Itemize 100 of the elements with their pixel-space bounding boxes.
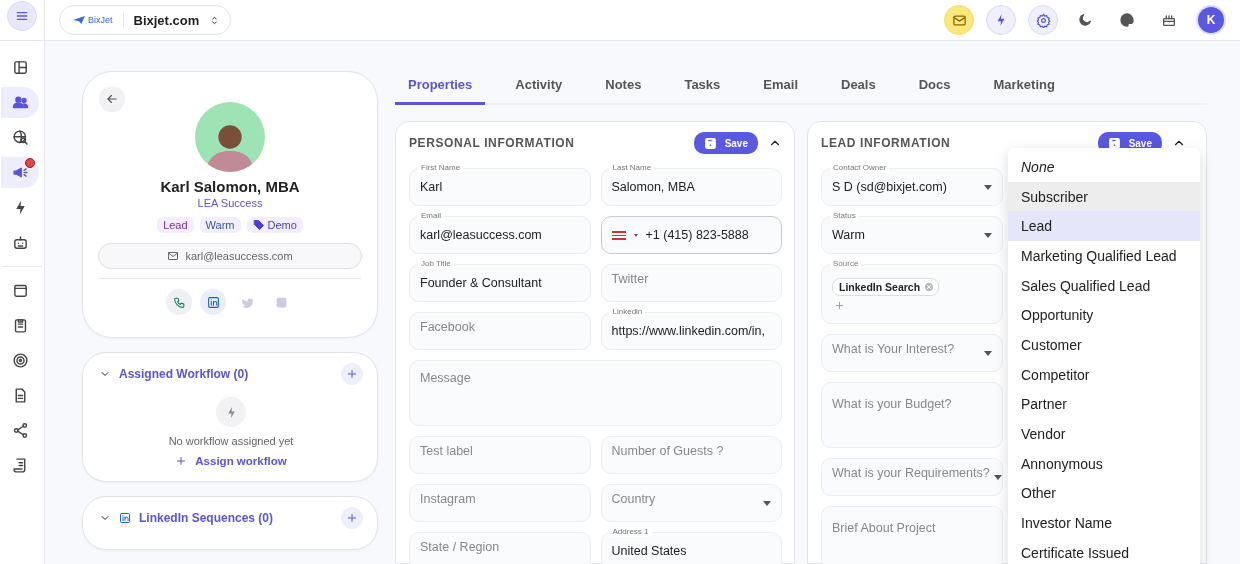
- palette-icon: [1119, 12, 1135, 28]
- dropdown-option[interactable]: Certificate Issued: [1008, 537, 1200, 564]
- caret-icon: [763, 500, 771, 506]
- field-label: Address 1: [609, 527, 652, 537]
- caret-icon[interactable]: [633, 233, 638, 237]
- select-field[interactable]: Country: [600, 484, 782, 522]
- phone-button[interactable]: [166, 289, 192, 315]
- panel-title: PERSONAL INFORMATION: [409, 136, 576, 150]
- workspace-logo: BixJet: [72, 13, 124, 27]
- tab[interactable]: Docs: [905, 71, 964, 105]
- select-field[interactable]: What is your Requirements?: [821, 458, 1003, 496]
- dropdown-option[interactable]: Annonymous: [1008, 448, 1200, 479]
- settings-icon: [1035, 12, 1051, 28]
- source-chip[interactable]: LinkedIn Search: [832, 277, 940, 296]
- caret-icon: [984, 184, 992, 190]
- select-field[interactable]: What is Your Interest?: [821, 334, 1003, 372]
- tab[interactable]: Activity: [502, 71, 576, 105]
- input-field[interactable]: Twitter: [600, 264, 782, 302]
- user-avatar[interactable]: K: [1196, 5, 1226, 35]
- tag: Demo: [246, 217, 303, 233]
- company-name: LEA Success: [197, 197, 263, 209]
- save-icon: [703, 136, 717, 150]
- globe-search-icon: [11, 129, 29, 146]
- dropdown-option[interactable]: Investor Name: [1008, 508, 1200, 538]
- tab[interactable]: Deals: [828, 71, 889, 105]
- dropdown-option[interactable]: Opportunity: [1008, 300, 1200, 331]
- field-label: Contact Owner: [830, 163, 890, 173]
- input-field[interactable]: State / Region: [409, 532, 591, 564]
- phone-field[interactable]: +1 (415) 823-5888: [600, 216, 782, 254]
- dropdown-option[interactable]: Sales Qualified Lead: [1008, 270, 1200, 301]
- empty-message: No workflow assigned yet: [168, 435, 294, 447]
- share-icon: [11, 422, 29, 439]
- dropdown-option[interactable]: Partner: [1008, 389, 1200, 420]
- section-title: Assigned Workflow (0): [119, 367, 250, 381]
- dropdown-option[interactable]: Lead: [1008, 211, 1200, 242]
- calendar-icon: [11, 282, 29, 299]
- dropdown-option[interactable]: Customer: [1008, 330, 1200, 360]
- input-field[interactable]: Instagram: [409, 484, 591, 522]
- settings-button[interactable]: [1028, 5, 1058, 35]
- dropdown-option[interactable]: None: [1008, 152, 1200, 182]
- field-label: Last Name: [609, 163, 655, 173]
- people-icon: [11, 94, 29, 111]
- tag: Lead: [157, 217, 194, 233]
- text-area[interactable]: Brief About Project: [821, 506, 1003, 564]
- us-flag-icon: [611, 230, 626, 240]
- section-title: LinkedIn Sequences (0): [139, 511, 275, 525]
- field-label: Linkedin: [609, 307, 646, 317]
- input-field[interactable]: Test label: [409, 436, 591, 474]
- field-label: Status: [830, 211, 859, 221]
- dropdown-option[interactable]: Other: [1008, 478, 1200, 509]
- text-area[interactable]: Message: [409, 360, 782, 426]
- robot-icon: [11, 234, 29, 251]
- sidebar-item[interactable]: [1, 157, 39, 188]
- back-arrow-icon: [105, 92, 119, 106]
- plane-icon: [72, 13, 86, 27]
- input-field[interactable]: Facebook: [409, 312, 591, 350]
- tab[interactable]: Email: [750, 71, 811, 105]
- field-label: Email: [418, 211, 444, 221]
- dropdown-option[interactable]: Competitor: [1008, 359, 1200, 390]
- linkedin-icon: [206, 295, 220, 309]
- tab[interactable]: Properties: [395, 71, 486, 105]
- linkedin-icon: [119, 512, 131, 524]
- panel-title: LEAD INFORMATION: [821, 136, 952, 150]
- linkedin-button[interactable]: [200, 289, 226, 315]
- tab[interactable]: Notes: [592, 71, 655, 105]
- caret-icon: [993, 474, 1002, 480]
- workspace-name: Bixjet.com: [133, 12, 200, 28]
- mail-button[interactable]: [944, 5, 974, 35]
- cake-icon: [1161, 12, 1177, 28]
- caret-icon: [984, 232, 992, 238]
- tab[interactable]: Tasks: [671, 71, 734, 105]
- plus-icon: [346, 368, 358, 380]
- assign-workflow-link[interactable]: Assign workflow: [175, 455, 287, 467]
- tag-icon: [252, 219, 265, 231]
- dropdown-option[interactable]: Vendor: [1008, 419, 1200, 449]
- moon-icon: [1077, 12, 1093, 28]
- bird-icon: [240, 295, 254, 309]
- field-label: First Name: [418, 163, 464, 173]
- mail-icon: [167, 250, 180, 262]
- tab[interactable]: Marketing: [980, 71, 1068, 105]
- tag: Warm: [199, 217, 241, 233]
- dropdown-option[interactable]: Subscriber: [1008, 181, 1200, 212]
- plus-icon: [175, 455, 188, 467]
- text-area[interactable]: What is your Budget?: [821, 382, 1003, 448]
- contact-name: Karl Salomon, MBA: [160, 178, 300, 195]
- input-field[interactable]: Number of Guests ?: [600, 436, 782, 474]
- mail-icon: [951, 12, 967, 28]
- layout-icon: [11, 59, 29, 76]
- phone-icon: [172, 295, 186, 309]
- square-icon: [274, 295, 288, 309]
- menu-button[interactable]: [7, 1, 37, 31]
- plus-icon: [346, 512, 358, 524]
- field-label: Job Title: [418, 259, 454, 269]
- sidebar-item[interactable]: [1, 87, 39, 118]
- dropdown-option[interactable]: Marketing Qualified Lead: [1008, 241, 1200, 271]
- target-icon: [11, 352, 29, 369]
- email-pill[interactable]: karl@leasuccess.com: [98, 243, 362, 269]
- field-label: Source: [830, 259, 862, 269]
- save-button[interactable]: Save: [693, 132, 758, 154]
- caret-icon: [984, 350, 992, 356]
